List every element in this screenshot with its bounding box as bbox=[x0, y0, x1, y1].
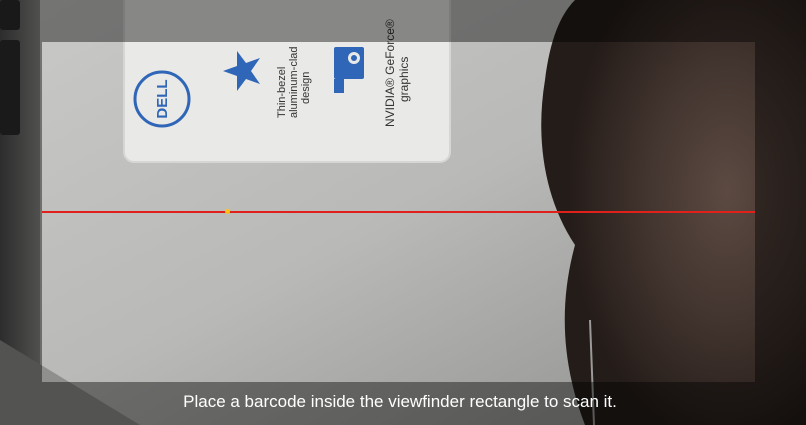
overlay-top bbox=[0, 0, 806, 42]
overlay-left bbox=[0, 42, 42, 382]
result-point bbox=[225, 209, 230, 214]
status-message: Place a barcode inside the viewfinder re… bbox=[183, 392, 617, 411]
overlay-right bbox=[755, 42, 806, 382]
viewfinder-rectangle bbox=[42, 42, 755, 382]
scan-laser-line bbox=[42, 211, 755, 213]
